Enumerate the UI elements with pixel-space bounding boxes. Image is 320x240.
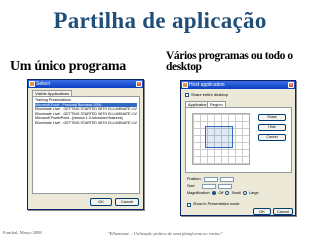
size-w-input[interactable] (202, 183, 217, 189)
cancel-button[interactable]: Cancel (115, 198, 139, 206)
slide-title: Partilha de aplicação (53, 8, 267, 33)
close-icon[interactable]: × (288, 82, 294, 88)
position-y-input[interactable] (219, 176, 234, 182)
host-application-window: Host application × Share entire desktop … (180, 80, 296, 216)
close-icon[interactable]: × (136, 81, 142, 87)
list-item[interactable]: Elluminate Live! - GETTING STARTED WITH … (35, 121, 137, 126)
magnification-label: Magnification: (187, 191, 211, 195)
position-row: Position: (187, 176, 234, 182)
select-window: Select × Visible Applications Training P… (27, 79, 144, 210)
region-preview[interactable] (192, 113, 250, 165)
app-icon (182, 82, 188, 88)
position-label: Position: (187, 177, 202, 181)
region-panel: Share Hide Cancel (185, 107, 292, 173)
select-window-title: Select (36, 81, 50, 87)
host-ok-button[interactable]: OK (253, 208, 271, 215)
radio-large-label: Large (248, 191, 259, 195)
share-desktop-label: Share entire desktop (191, 92, 228, 97)
position-x-input[interactable] (203, 176, 218, 182)
left-heading: Um único programa (10, 59, 126, 74)
radio-off-label: Off (218, 191, 224, 195)
presentation-mode-label: Show in Presentation mode (193, 202, 240, 206)
host-window-title: Host application (189, 82, 225, 88)
size-row: Size: (187, 183, 233, 189)
magnification-row: Magnification: Off Small Large (187, 190, 259, 196)
radio-off[interactable] (212, 191, 217, 195)
share-button[interactable]: Share (258, 114, 286, 121)
host-cancel-button[interactable]: Cancel (273, 208, 293, 215)
share-desktop-checkbox[interactable] (185, 92, 189, 97)
presentation-mode-row[interactable]: Show in Presentation mode (187, 202, 239, 207)
footer-caption: "Elluminate – Utilização prática de uma … (107, 231, 223, 236)
select-titlebar[interactable]: Select × (28, 80, 143, 88)
size-label: Size: (187, 184, 196, 188)
right-heading: Vários programas ou todo o desktop (166, 50, 293, 73)
share-desktop-row[interactable]: Share entire desktop (185, 92, 228, 97)
radio-small[interactable] (225, 191, 230, 195)
presentation-mode-checkbox[interactable] (187, 202, 191, 207)
radio-large[interactable] (242, 191, 247, 195)
application-list: Training Presentations Microsoft Excel - … (32, 96, 140, 194)
size-h-input[interactable] (218, 183, 233, 189)
region-cancel-button[interactable]: Cancel (258, 134, 286, 141)
hide-button[interactable]: Hide (258, 124, 286, 131)
ok-button[interactable]: OK (90, 198, 112, 206)
region-selection-box[interactable] (205, 126, 233, 148)
host-titlebar[interactable]: Host application × (181, 81, 295, 89)
radio-small-label: Small (231, 191, 241, 195)
app-icon (29, 81, 35, 87)
